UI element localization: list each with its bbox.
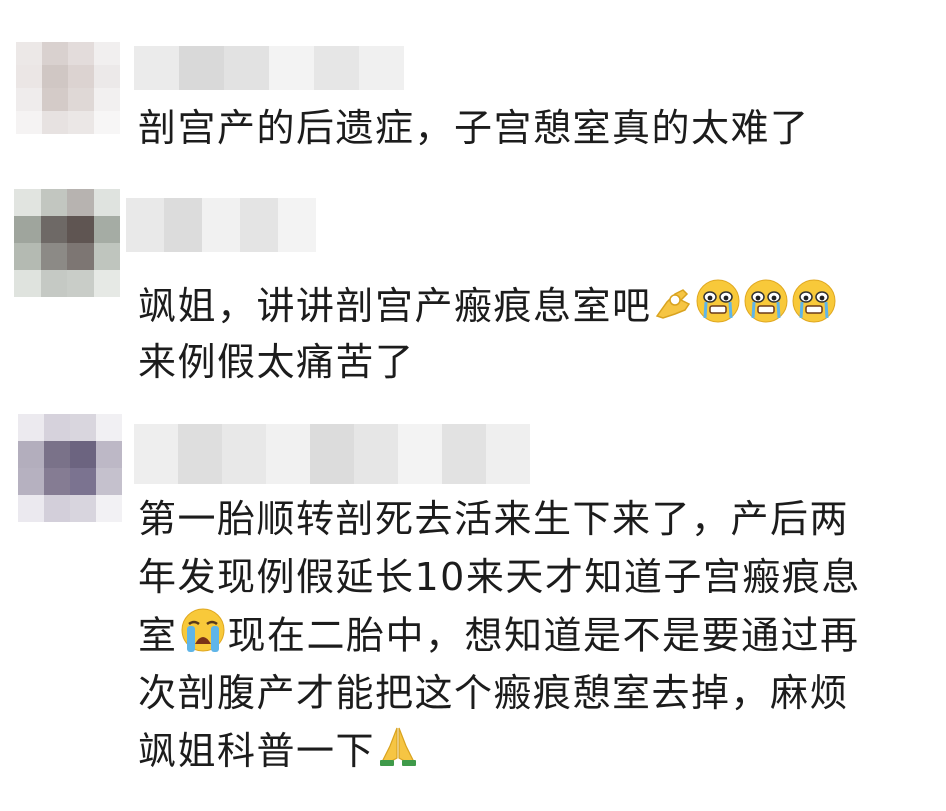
comment-line: 第一胎顺转剖死去活来生下来了，产后两 (138, 497, 850, 541)
ok-hand-emoji (653, 281, 693, 337)
loudly-crying-emoji (179, 606, 227, 670)
avatar[interactable] (18, 414, 122, 522)
comment-line: 飒姐科普一下 (138, 729, 376, 773)
crying-face-emoji (791, 278, 837, 339)
comment-line: 年发现例假延长10来天才知道子宫瘢痕息 (138, 555, 861, 599)
comment-line: 现在二胎中，想知道是不是要通过再 (227, 613, 860, 658)
comment-line: 飒姐，讲讲剖宫产瘢痕息室吧 (138, 284, 652, 328)
comment-text: 第一胎顺转剖死去活来生下来了，产后两 年发现例假延长10来天才知道子宫瘢痕息 室… (138, 490, 861, 780)
crying-face-emoji (743, 278, 789, 339)
crying-face-emoji (695, 278, 741, 339)
comment-line: 剖宫产的后遗症，子宫憩室真的太难了 (138, 106, 810, 150)
username-blurred[interactable] (134, 46, 404, 90)
avatar[interactable] (14, 189, 120, 297)
comment-line: 室 (138, 613, 178, 658)
comment-text: 剖宫产的后遗症，子宫憩室真的太难了 (138, 100, 810, 156)
username-blurred[interactable] (134, 424, 530, 484)
comment-line: 来例假太痛苦了 (138, 340, 415, 384)
avatar[interactable] (16, 42, 120, 134)
username-blurred[interactable] (126, 198, 316, 252)
comment-text: 飒姐，讲讲剖宫产瘢痕息室吧 来例假太痛苦了 (138, 278, 838, 390)
folded-hands-emoji (376, 724, 420, 784)
comment-line: 次剖腹产才能把这个瘢痕憩室去掉，麻烦 (138, 671, 850, 715)
